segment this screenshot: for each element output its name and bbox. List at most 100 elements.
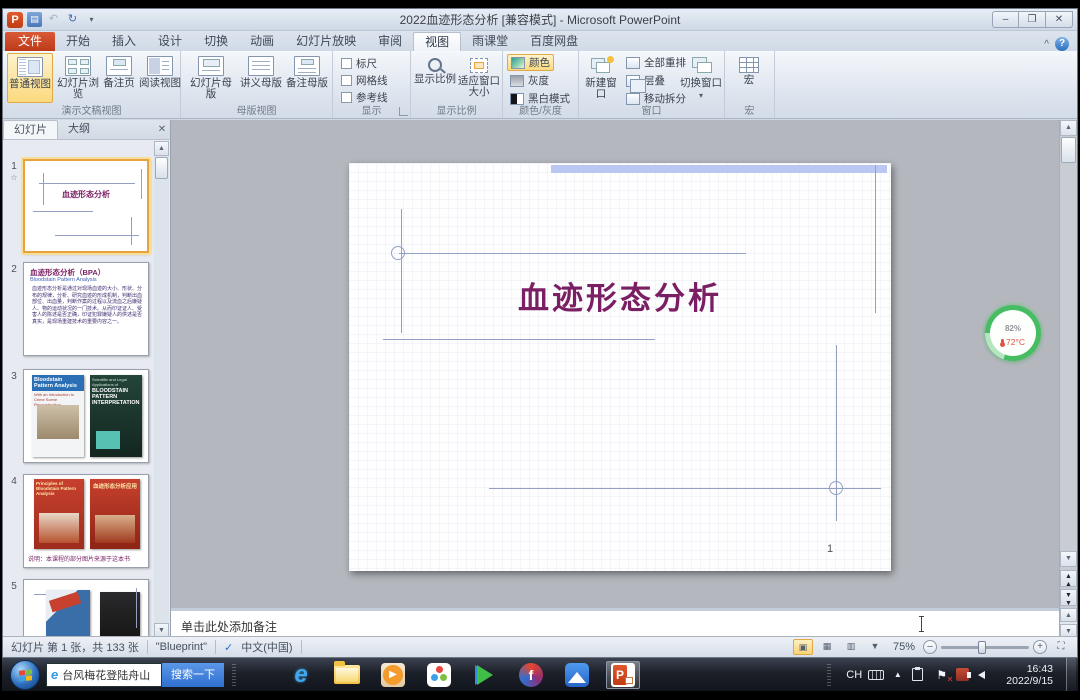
fit-slide-to-window-button[interactable]: ⛶ <box>1051 639 1071 655</box>
search-input[interactable]: e 台风梅花登陆舟山 <box>46 663 162 687</box>
cloud-docs-app-icon[interactable] <box>560 661 594 689</box>
grayscale-button[interactable]: 灰度 <box>507 72 552 89</box>
color-mode-button[interactable]: 颜色 <box>507 54 554 71</box>
tab-review[interactable]: 审阅 <box>367 32 413 51</box>
flash-app-icon[interactable]: f <box>514 661 548 689</box>
slide-title-text[interactable]: 血迹形态分析 <box>409 273 831 318</box>
dialog-launcher-icon[interactable] <box>399 107 408 116</box>
notes-scrollbar[interactable]: ▲ ▼ <box>1059 608 1077 638</box>
spellcheck-icon[interactable]: ✓ <box>216 641 241 654</box>
input-language-indicator[interactable]: CH <box>846 669 861 681</box>
panel-close-icon[interactable]: ✕ <box>154 121 170 139</box>
slide-number: 1 <box>8 161 20 172</box>
switch-windows-button[interactable]: 切换窗口 ▾ <box>679 53 723 103</box>
tab-view[interactable]: 视图 <box>413 32 461 51</box>
editor-scrollbar[interactable]: ▲ ▼ ▲▲ ▼▼ <box>1059 120 1077 608</box>
slide-thumbnail-4[interactable]: Principles of Bloodstain Pattern Analysi… <box>23 474 149 568</box>
tab-slides[interactable]: 幻灯片 <box>3 120 58 139</box>
slide-number: 2 <box>8 264 20 275</box>
restore-button[interactable]: ❐ <box>1019 11 1046 28</box>
tab-file[interactable]: 文件 <box>5 32 55 51</box>
collapse-ribbon-icon[interactable]: ^ <box>1044 39 1049 50</box>
scroll-down-icon[interactable]: ▼ <box>1060 551 1077 567</box>
zoom-out-button[interactable]: – <box>923 640 937 654</box>
scroll-up-icon[interactable]: ▲ <box>154 141 169 156</box>
show-desktop-button[interactable] <box>1066 658 1076 691</box>
tab-baidu-netdisk[interactable]: 百度网盘 <box>519 32 589 51</box>
slide-thumbnail-2[interactable]: 血迹形态分析（BPA） Bloodstain Pattern Analysis … <box>23 262 149 356</box>
keyboard-icon[interactable] <box>868 670 883 680</box>
notes-master-button[interactable]: 备注母版 <box>285 53 329 103</box>
slide-thumbnail-1[interactable]: 血迹形态分析 <box>23 159 149 253</box>
speaker-icon[interactable] <box>978 671 993 679</box>
slide-canvas[interactable]: 血迹形态分析 1 <box>349 163 891 571</box>
zoom-button[interactable]: 显示比例 <box>413 53 457 103</box>
notes-pane[interactable]: 单击此处添加备注 <box>171 608 1061 638</box>
previous-slide-button[interactable]: ▲▲ <box>1060 570 1077 587</box>
slide-master-button[interactable]: 幻灯片母版 <box>185 53 237 103</box>
powerpoint-logo-icon[interactable]: P <box>7 12 23 28</box>
close-button[interactable]: ✕ <box>1046 11 1073 28</box>
performance-overlay-badge[interactable]: 82% 72°C <box>985 305 1041 361</box>
undo-icon[interactable]: ↶ <box>46 12 61 27</box>
zoom-percent[interactable]: 75% <box>889 641 919 653</box>
notes-page-button[interactable]: 备注页 <box>99 53 139 103</box>
reading-view-toggle[interactable]: ▥ <box>841 639 861 655</box>
notes-placeholder[interactable]: 单击此处添加备注 <box>181 618 277 635</box>
media-player-icon[interactable] <box>376 661 410 689</box>
normal-view-button[interactable]: 普通视图 <box>7 53 53 103</box>
zoom-slider[interactable] <box>941 646 1029 649</box>
search-button[interactable]: 搜索一下 <box>162 663 224 687</box>
guides-checkbox[interactable]: 参考线 <box>341 90 388 105</box>
tab-outline[interactable]: 大纲 <box>58 120 100 139</box>
slide-sorter-toggle[interactable]: ▦ <box>817 639 837 655</box>
normal-view-toggle[interactable]: ▣ <box>793 639 813 655</box>
internet-explorer-icon[interactable]: e <box>284 661 318 689</box>
tab-transitions[interactable]: 切换 <box>193 32 239 51</box>
ribbon-tab-row: 文件 开始 插入 设计 切换 动画 幻灯片放映 审阅 视图 雨课堂 百度网盘 ^… <box>3 31 1077 51</box>
new-window-button[interactable]: 新建窗口 <box>581 53 621 103</box>
panel-scroll-thumb[interactable] <box>155 157 168 179</box>
tab-insert[interactable]: 插入 <box>101 32 147 51</box>
language-indicator[interactable]: 中文(中国) <box>241 639 300 655</box>
handout-master-button[interactable]: 讲义母版 <box>239 53 283 103</box>
ruler-checkbox[interactable]: 标尺 <box>341 56 377 71</box>
slideshow-toggle[interactable]: ▼ <box>865 639 885 655</box>
qat-dropdown-icon[interactable]: ▾ <box>84 12 99 27</box>
tab-rain-classroom[interactable]: 雨课堂 <box>461 32 519 51</box>
save-icon[interactable]: ▤ <box>27 12 42 27</box>
scroll-up-icon[interactable]: ▲ <box>1060 608 1077 622</box>
app-launcher-icon[interactable] <box>422 661 456 689</box>
cascade-button[interactable]: 层叠 <box>623 72 668 89</box>
tab-slideshow[interactable]: 幻灯片放映 <box>285 32 367 51</box>
hidden-icons-caret[interactable]: ▲ <box>890 670 905 679</box>
fit-to-window-button[interactable]: 适应窗口大小 <box>457 53 501 103</box>
start-button[interactable] <box>10 660 40 690</box>
action-center-flag-icon[interactable]: ⚑✕ <box>934 668 949 682</box>
file-explorer-icon[interactable] <box>330 661 364 689</box>
macros-button[interactable]: 宏 <box>728 53 770 103</box>
macro-icon <box>739 57 759 73</box>
editor-scroll-thumb[interactable] <box>1061 137 1076 163</box>
powerpoint-taskbar-icon[interactable]: P <box>606 661 640 689</box>
tencent-video-icon[interactable] <box>468 661 502 689</box>
slide-number: 4 <box>8 476 20 487</box>
sync-tray-icon[interactable] <box>912 668 927 681</box>
title-bar: P ▤ ↶ ↻ ▾ 2022血迹形态分析 [兼容模式] - Microsoft … <box>3 9 1077 31</box>
tab-animations[interactable]: 动画 <box>239 32 285 51</box>
reading-view-button[interactable]: 阅读视图 <box>137 53 183 103</box>
panel-scrollbar[interactable]: ▲ ▼ <box>154 141 169 638</box>
help-icon[interactable]: ? <box>1055 37 1069 51</box>
next-slide-button[interactable]: ▼▼ <box>1060 589 1077 606</box>
taskbar-clock[interactable]: 16:43 2022/9/15 <box>1000 663 1059 687</box>
slide-sorter-button[interactable]: 幻灯片浏览 <box>55 53 101 103</box>
slide-thumbnail-3[interactable]: Bloodstain Pattern Analysis With an Intr… <box>23 369 149 463</box>
scroll-up-icon[interactable]: ▲ <box>1060 120 1077 136</box>
zoom-slider-thumb[interactable] <box>978 641 986 654</box>
redo-icon[interactable]: ↻ <box>65 12 80 27</box>
zoom-in-button[interactable]: + <box>1033 640 1047 654</box>
tab-design[interactable]: 设计 <box>147 32 193 51</box>
tab-home[interactable]: 开始 <box>55 32 101 51</box>
gridlines-checkbox[interactable]: 网格线 <box>341 73 388 88</box>
minimize-button[interactable]: – <box>992 11 1019 28</box>
